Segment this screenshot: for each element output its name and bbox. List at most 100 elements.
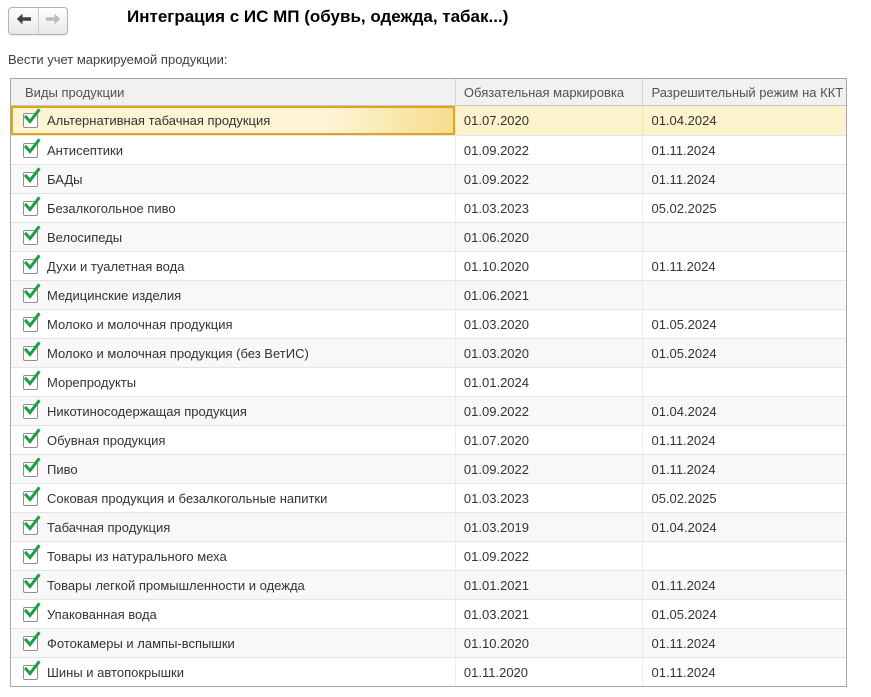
- checked-checkbox[interactable]: [23, 311, 41, 332]
- mandatory-marking-cell[interactable]: 01.06.2021: [454, 281, 643, 309]
- back-button[interactable]: [9, 8, 38, 34]
- kkt-permission-cell[interactable]: [642, 368, 846, 396]
- kkt-permission-cell[interactable]: 01.11.2024: [642, 629, 846, 657]
- table-row[interactable]: Альтернативная табачная продукция 01.07.…: [11, 106, 846, 135]
- table-row[interactable]: Соковая продукция и безалкогольные напит…: [11, 483, 846, 512]
- mandatory-marking-cell[interactable]: 01.03.2020: [454, 339, 643, 367]
- mandatory-marking-cell[interactable]: 01.03.2019: [454, 513, 643, 541]
- kkt-permission-cell[interactable]: 01.11.2024: [642, 658, 846, 686]
- kkt-permission-cell[interactable]: 01.05.2024: [642, 339, 846, 367]
- checked-checkbox[interactable]: [23, 224, 41, 245]
- mandatory-marking-cell[interactable]: 01.03.2020: [454, 310, 643, 338]
- table-row[interactable]: Никотиносодержащая продукция 01.09.2022 …: [11, 396, 846, 425]
- checked-checkbox[interactable]: [23, 137, 41, 158]
- product-name-cell[interactable]: Морепродукты: [11, 368, 455, 396]
- mandatory-marking-cell[interactable]: 01.11.2020: [454, 658, 643, 686]
- table-row[interactable]: Обувная продукция 01.07.2020 01.11.2024: [11, 425, 846, 454]
- product-name-cell[interactable]: Велосипеды: [11, 223, 455, 251]
- mandatory-marking-cell[interactable]: 01.07.2020: [454, 106, 643, 135]
- checked-checkbox[interactable]: [23, 630, 41, 651]
- kkt-permission-cell[interactable]: [642, 281, 846, 309]
- checked-checkbox[interactable]: [23, 398, 41, 419]
- table-row[interactable]: Табачная продукция 01.03.2019 01.04.2024: [11, 512, 846, 541]
- table-row[interactable]: Антисептики 01.09.2022 01.11.2024: [11, 135, 846, 164]
- table-row[interactable]: БАДы 01.09.2022 01.11.2024: [11, 164, 846, 193]
- kkt-permission-cell[interactable]: 01.11.2024: [642, 571, 846, 599]
- kkt-permission-cell[interactable]: 01.04.2024: [642, 106, 846, 135]
- product-name-cell[interactable]: Безалкогольное пиво: [11, 194, 455, 222]
- kkt-permission-cell[interactable]: 01.11.2024: [642, 426, 846, 454]
- mandatory-marking-cell[interactable]: 01.07.2020: [454, 426, 643, 454]
- kkt-permission-cell[interactable]: 01.11.2024: [642, 136, 846, 164]
- checked-checkbox[interactable]: [23, 369, 41, 390]
- product-name-cell[interactable]: Товары из натурального меха: [11, 542, 455, 570]
- table-row[interactable]: Товары из натурального меха 01.09.2022: [11, 541, 846, 570]
- mandatory-marking-cell[interactable]: 01.01.2021: [454, 571, 643, 599]
- checked-checkbox[interactable]: [23, 282, 41, 303]
- table-row[interactable]: Духи и туалетная вода 01.10.2020 01.11.2…: [11, 251, 846, 280]
- mandatory-marking-cell[interactable]: 01.06.2020: [454, 223, 643, 251]
- kkt-permission-cell[interactable]: [642, 542, 846, 570]
- mandatory-marking-cell[interactable]: 01.09.2022: [454, 397, 643, 425]
- product-name-cell[interactable]: Упакованная вода: [11, 600, 455, 628]
- kkt-permission-cell[interactable]: 01.04.2024: [642, 397, 846, 425]
- product-name-cell[interactable]: Медицинские изделия: [11, 281, 455, 309]
- checked-checkbox[interactable]: [23, 601, 41, 622]
- kkt-permission-cell[interactable]: 01.11.2024: [642, 165, 846, 193]
- checked-checkbox[interactable]: [23, 659, 41, 680]
- checked-checkbox[interactable]: [23, 543, 41, 564]
- kkt-permission-cell[interactable]: 01.11.2024: [642, 455, 846, 483]
- product-name-cell[interactable]: Обувная продукция: [11, 426, 455, 454]
- kkt-permission-cell[interactable]: 01.11.2024: [642, 252, 846, 280]
- table-row[interactable]: Велосипеды 01.06.2020: [11, 222, 846, 251]
- kkt-permission-cell[interactable]: [642, 223, 846, 251]
- product-name-cell[interactable]: Фотокамеры и лампы-вспышки: [11, 629, 455, 657]
- table-row[interactable]: Молоко и молочная продукция (без ВетИС) …: [11, 338, 846, 367]
- product-name-cell[interactable]: Соковая продукция и безалкогольные напит…: [11, 484, 455, 512]
- table-row[interactable]: Пиво 01.09.2022 01.11.2024: [11, 454, 846, 483]
- checked-checkbox[interactable]: [23, 195, 41, 216]
- table-row[interactable]: Фотокамеры и лампы-вспышки 01.10.2020 01…: [11, 628, 846, 657]
- checked-checkbox[interactable]: [23, 485, 41, 506]
- table-row[interactable]: Товары легкой промышленности и одежда 01…: [11, 570, 846, 599]
- product-name-cell[interactable]: Антисептики: [11, 136, 455, 164]
- table-row[interactable]: Безалкогольное пиво 01.03.2023 05.02.202…: [11, 193, 846, 222]
- table-row[interactable]: Молоко и молочная продукция 01.03.2020 0…: [11, 309, 846, 338]
- table-row[interactable]: Упакованная вода 01.03.2021 01.05.2024: [11, 599, 846, 628]
- checked-checkbox[interactable]: [23, 253, 41, 274]
- mandatory-marking-cell[interactable]: 01.09.2022: [454, 542, 643, 570]
- checked-checkbox[interactable]: [23, 456, 41, 477]
- checked-checkbox[interactable]: [23, 340, 41, 361]
- kkt-permission-cell[interactable]: 05.02.2025: [642, 194, 846, 222]
- checked-checkbox[interactable]: [23, 166, 41, 187]
- product-name-cell[interactable]: Товары легкой промышленности и одежда: [11, 571, 455, 599]
- mandatory-marking-cell[interactable]: 01.10.2020: [454, 629, 643, 657]
- mandatory-marking-cell[interactable]: 01.09.2022: [454, 136, 643, 164]
- product-name-cell[interactable]: Духи и туалетная вода: [11, 252, 455, 280]
- product-name-cell[interactable]: Табачная продукция: [11, 513, 455, 541]
- product-name-cell[interactable]: Молоко и молочная продукция (без ВетИС): [11, 339, 455, 367]
- product-name-cell[interactable]: Шины и автопокрышки: [11, 658, 455, 686]
- table-row[interactable]: Шины и автопокрышки 01.11.2020 01.11.202…: [11, 657, 846, 686]
- table-row[interactable]: Медицинские изделия 01.06.2021: [11, 280, 846, 309]
- kkt-permission-cell[interactable]: 05.02.2025: [642, 484, 846, 512]
- mandatory-marking-cell[interactable]: 01.09.2022: [454, 165, 643, 193]
- column-header-product-types[interactable]: Виды продукции: [11, 79, 455, 105]
- column-header-kkt-permission[interactable]: Разрешительный режим на ККТ: [642, 79, 846, 105]
- forward-button[interactable]: [38, 8, 67, 34]
- mandatory-marking-cell[interactable]: 01.03.2021: [454, 600, 643, 628]
- kkt-permission-cell[interactable]: 01.05.2024: [642, 600, 846, 628]
- mandatory-marking-cell[interactable]: 01.03.2023: [454, 484, 643, 512]
- kkt-permission-cell[interactable]: 01.05.2024: [642, 310, 846, 338]
- mandatory-marking-cell[interactable]: 01.09.2022: [454, 455, 643, 483]
- checked-checkbox[interactable]: [23, 427, 41, 448]
- mandatory-marking-cell[interactable]: 01.03.2023: [454, 194, 643, 222]
- product-name-cell[interactable]: Альтернативная табачная продукция: [11, 106, 455, 135]
- kkt-permission-cell[interactable]: 01.04.2024: [642, 513, 846, 541]
- table-row[interactable]: Морепродукты 01.01.2024: [11, 367, 846, 396]
- mandatory-marking-cell[interactable]: 01.01.2024: [454, 368, 643, 396]
- mandatory-marking-cell[interactable]: 01.10.2020: [454, 252, 643, 280]
- product-name-cell[interactable]: БАДы: [11, 165, 455, 193]
- product-name-cell[interactable]: Пиво: [11, 455, 455, 483]
- checked-checkbox[interactable]: [23, 108, 41, 128]
